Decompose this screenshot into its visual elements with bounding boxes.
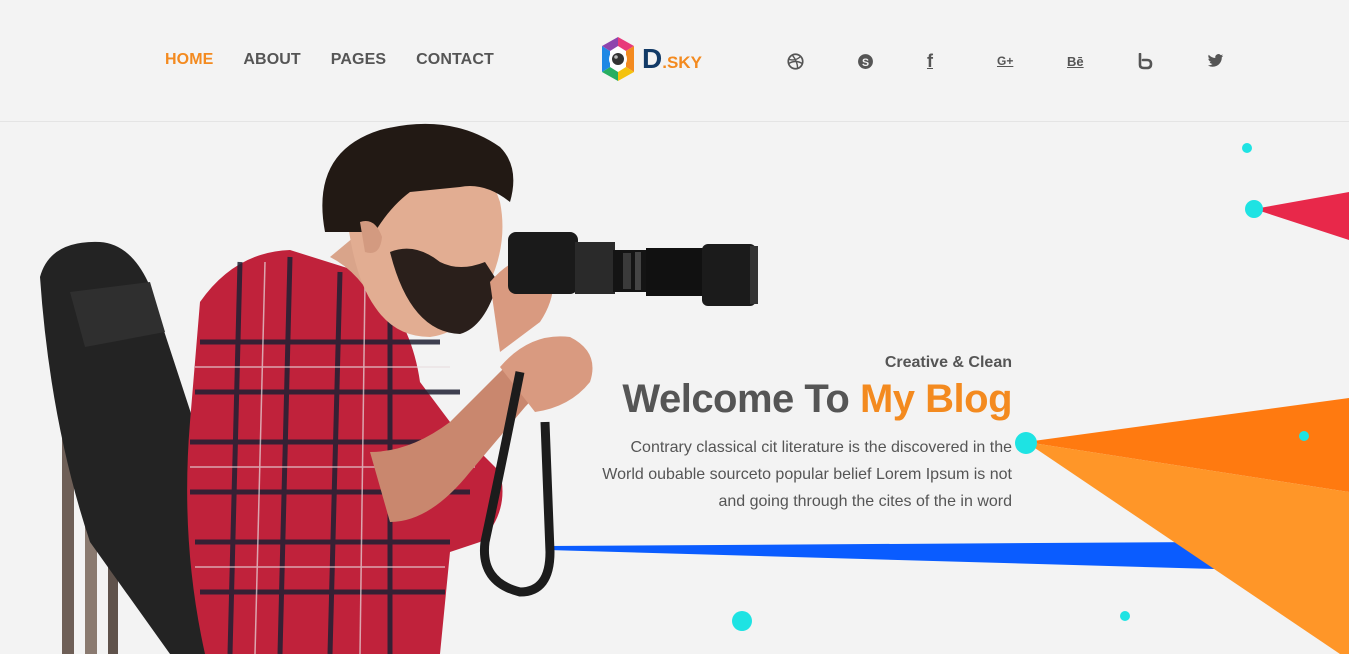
- camera-lens-logo-icon: [602, 37, 634, 81]
- twitter-icon[interactable]: [1207, 50, 1277, 72]
- nav-home[interactable]: HOME: [165, 51, 213, 69]
- nav-contact[interactable]: CONTACT: [416, 51, 494, 69]
- red-triangle-shape: [1254, 192, 1349, 240]
- nav-about[interactable]: ABOUT: [243, 51, 300, 69]
- social-links: S f G+ Bē: [787, 50, 1277, 72]
- skype-icon[interactable]: S: [857, 50, 927, 72]
- hero-description: Contrary classical cit literature is the…: [602, 439, 1012, 510]
- behance-icon[interactable]: Bē: [1067, 50, 1137, 72]
- logo-letter: D: [642, 43, 663, 74]
- hero-copy: Creative & Clean Welcome To My Blog Cont…: [572, 354, 1012, 515]
- nav-pages[interactable]: PAGES: [331, 51, 386, 69]
- hero-kicker: Creative & Clean: [884, 354, 1012, 371]
- hero-section: Creative & Clean Welcome To My Blog Cont…: [0, 122, 1349, 654]
- svg-text:S: S: [862, 56, 869, 68]
- cyan-dot: [1015, 432, 1037, 454]
- hero-headline-accent: My Blog: [859, 377, 1013, 421]
- cyan-dot: [1299, 431, 1309, 441]
- facebook-icon[interactable]: f: [927, 50, 997, 72]
- dribbble-icon[interactable]: [787, 50, 857, 72]
- logo-suffix: .SKY: [662, 53, 702, 72]
- site-logo[interactable]: D .SKY: [595, 35, 702, 83]
- hero-headline: Welcome To My Blog: [622, 377, 1013, 421]
- blogger-icon[interactable]: [1137, 50, 1207, 72]
- cyan-dot: [1245, 200, 1263, 218]
- cyan-dot: [1242, 143, 1252, 153]
- google-plus-icon[interactable]: G+: [997, 50, 1067, 72]
- site-header: HOME ABOUT PAGES CONTACT D .SKY S f G+ B…: [0, 0, 1349, 122]
- cyan-dot: [1120, 611, 1130, 621]
- main-nav: HOME ABOUT PAGES CONTACT: [165, 51, 494, 69]
